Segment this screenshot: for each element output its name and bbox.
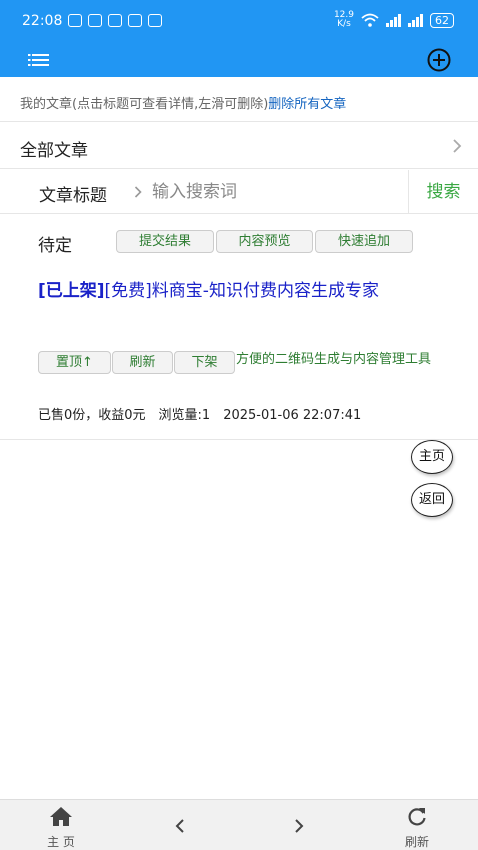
- net-speed-unit: K/s: [337, 19, 351, 29]
- search-row: 文章标题 搜索: [0, 170, 478, 214]
- chevron-right-icon: [453, 139, 462, 153]
- refresh-icon: [408, 808, 426, 826]
- article-title[interactable]: [已上架][免费]料商宝-知识付费内容生成专家: [38, 279, 448, 304]
- floating-back-button[interactable]: 返回: [411, 483, 453, 517]
- home-icon: [50, 807, 72, 826]
- net-speed: 12.9 K/s: [334, 11, 354, 29]
- nav-refresh[interactable]: 刷新: [392, 800, 442, 850]
- listed-tag: [已上架]: [38, 281, 105, 301]
- info-text: 我的文章(点击标题可查看详情,左滑可删除)删除所有文章: [20, 93, 346, 112]
- chevron-right-icon: [295, 819, 304, 833]
- battery-icon: 62: [430, 12, 454, 28]
- article-stats: 已售0份，收益0元 浏览量:1 2025-01-06 22:07:41: [38, 408, 362, 423]
- article-description: 方便的二维码生成与内容管理工具: [236, 352, 432, 367]
- search-field-selector[interactable]: 文章标题: [39, 181, 107, 206]
- unlist-button[interactable]: 下架: [174, 351, 235, 374]
- app-bar: [0, 44, 478, 77]
- pin-top-button[interactable]: 置顶↑: [38, 351, 111, 374]
- refresh-button[interactable]: 刷新: [112, 351, 173, 374]
- submit-result-button[interactable]: 提交结果: [116, 230, 214, 253]
- search-button[interactable]: 搜索: [408, 170, 478, 214]
- nav-back[interactable]: [165, 800, 195, 850]
- alarm-icon: [108, 14, 122, 27]
- signal-icon-1: [386, 13, 401, 27]
- status-time: 22:08: [22, 13, 63, 29]
- add-circle-icon[interactable]: [426, 47, 452, 73]
- bottom-nav: 主 页 刷新: [0, 799, 478, 850]
- vibrate-icon: [148, 14, 162, 27]
- article-chip-row: 提交结果 内容预览 快速追加: [116, 230, 413, 253]
- menu-icon[interactable]: [27, 51, 51, 69]
- signal-icon-2: [408, 13, 423, 27]
- bluetooth-icon: [128, 14, 142, 27]
- content-preview-button[interactable]: 内容预览: [216, 230, 313, 253]
- nav-forward[interactable]: [284, 800, 314, 850]
- nav-home-label: 主 页: [47, 835, 75, 849]
- article-action-row: 置顶↑ 刷新 下架 方便的二维码生成与内容管理工具: [38, 351, 448, 374]
- chevron-right-icon: [134, 186, 142, 198]
- message-icon: [68, 14, 82, 27]
- nav-refresh-label: 刷新: [404, 835, 429, 849]
- notification-icons: [68, 14, 162, 27]
- search-input[interactable]: [152, 176, 402, 208]
- chevron-left-icon: [175, 819, 184, 833]
- nfc-icon: [88, 14, 102, 27]
- status-right: 12.9 K/s 62: [334, 11, 454, 29]
- floating-home-button[interactable]: 主页: [411, 440, 453, 474]
- article-title-text: [免费]料商宝-知识付费内容生成专家: [104, 281, 379, 301]
- all-articles-label: 全部文章: [20, 141, 88, 161]
- wifi-icon: [361, 13, 379, 27]
- status-bar: 22:08 12.9 K/s 62: [0, 0, 478, 44]
- info-hint: 我的文章(点击标题可查看详情,左滑可删除): [20, 97, 269, 112]
- all-articles-row[interactable]: 全部文章: [0, 123, 478, 169]
- article-status: 待定: [38, 236, 72, 256]
- quick-append-button[interactable]: 快速追加: [315, 230, 413, 253]
- article-card[interactable]: 待定 提交结果 内容预览 快速追加 [已上架][免费]料商宝-知识付费内容生成专…: [0, 215, 478, 440]
- nav-home[interactable]: 主 页: [36, 800, 86, 850]
- info-row: 我的文章(点击标题可查看详情,左滑可删除)删除所有文章: [0, 77, 478, 122]
- delete-all-link[interactable]: 删除所有文章: [268, 97, 346, 112]
